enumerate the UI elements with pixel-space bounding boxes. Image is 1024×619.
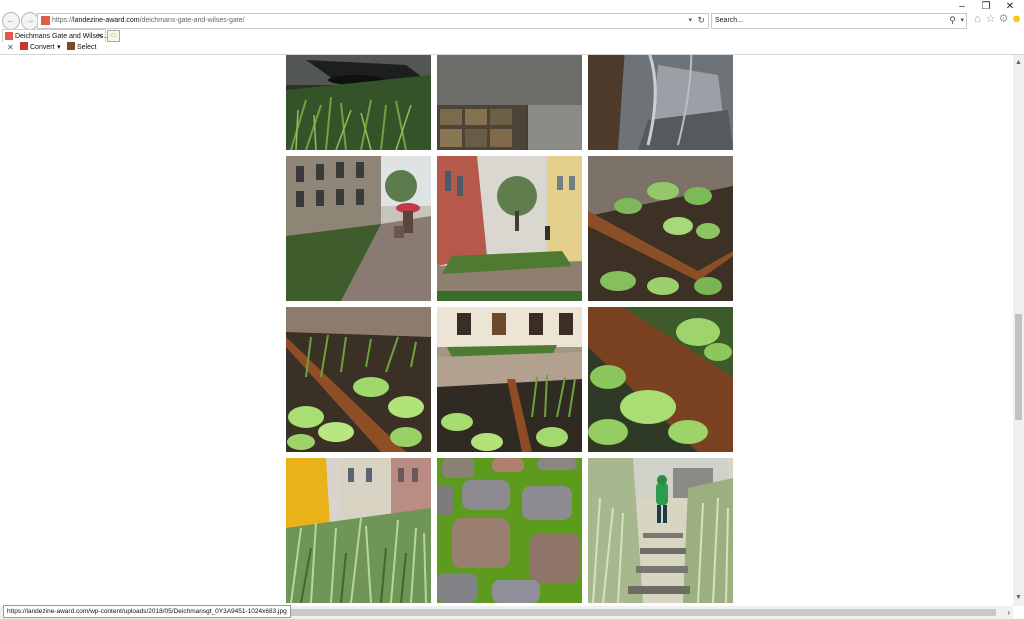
tab-active[interactable]: Deichmans Gate and Wilses... ✕	[2, 29, 109, 43]
refresh-icon[interactable]: ↻	[697, 14, 705, 27]
search-box[interactable]: Search... ⚲ ▾	[711, 13, 967, 29]
pdf-convert-icon	[20, 42, 28, 50]
gear-icon[interactable]: ⚙	[997, 13, 1010, 26]
vertical-scroll-thumb[interactable]	[1015, 314, 1022, 420]
smiley-icon[interactable]: ☻	[1010, 13, 1023, 26]
address-bar[interactable]: https://landezine-award.com/deichmans-ga…	[37, 13, 709, 29]
home-icon[interactable]: ⌂	[971, 13, 984, 26]
page-viewport	[0, 55, 1013, 606]
chevron-down-icon[interactable]: ▾	[688, 15, 692, 27]
photo-granite-paving[interactable]	[437, 55, 582, 150]
vertical-scrollbar[interactable]: ▲ ▼	[1013, 55, 1024, 606]
horizontal-scroll-thumb[interactable]	[288, 609, 996, 616]
close-icon[interactable]: ✕	[1000, 1, 1020, 13]
scroll-up-icon[interactable]: ▲	[1013, 58, 1024, 68]
tab-row: Deichmans Gate and Wilses... ✕ □	[0, 29, 1024, 43]
photo-moss-cobbles[interactable]	[437, 458, 582, 603]
photo-steel-water-channel[interactable]	[588, 55, 733, 150]
photo-hosta-steel-edge[interactable]	[588, 307, 733, 452]
status-link-tooltip: https://landezine-award.com/wp-content/u…	[3, 605, 291, 618]
photo-child-stepping-path[interactable]	[588, 458, 733, 603]
convert-button[interactable]: Convert	[20, 42, 55, 54]
select-button[interactable]: Select	[67, 42, 96, 54]
url-text: https://landezine-award.com/deichmans-ga…	[52, 17, 245, 24]
photo-corten-hosta-bed[interactable]	[588, 156, 733, 301]
search-placeholder: Search...	[715, 17, 744, 24]
search-dropdown-icon[interactable]: ▾	[960, 15, 964, 27]
site-favicon-icon	[41, 16, 50, 25]
search-icon[interactable]: ⚲	[949, 14, 956, 27]
restore-icon[interactable]: ❐	[976, 1, 996, 13]
scroll-right-icon[interactable]: ›	[1007, 607, 1010, 618]
scroll-down-icon[interactable]: ▼	[1013, 593, 1024, 603]
close-toolbar-icon[interactable]: ✕	[7, 42, 14, 54]
photo-street-umbrella[interactable]	[286, 156, 431, 301]
convert-dropdown-icon[interactable]: ▾	[57, 42, 61, 54]
address-row: ← → https://landezine-award.com/deichman…	[0, 0, 1024, 30]
photo-building-and-beds[interactable]	[437, 307, 582, 452]
tab-favicon-icon	[5, 32, 13, 40]
command-bar: ✕ Convert ▾ Select	[0, 42, 1024, 55]
photo-dark-pool-planting[interactable]	[286, 55, 431, 150]
new-tab-icon[interactable]: □	[107, 30, 120, 42]
photo-yellow-raincoat[interactable]	[286, 458, 431, 603]
photo-hosta-bed-closeup[interactable]	[286, 307, 431, 452]
select-icon	[67, 42, 75, 50]
minimize-icon[interactable]: –	[952, 1, 972, 13]
back-icon[interactable]: ←	[2, 12, 20, 30]
star-icon[interactable]: ☆	[984, 13, 997, 26]
photo-street-planting-bed[interactable]	[437, 156, 582, 301]
